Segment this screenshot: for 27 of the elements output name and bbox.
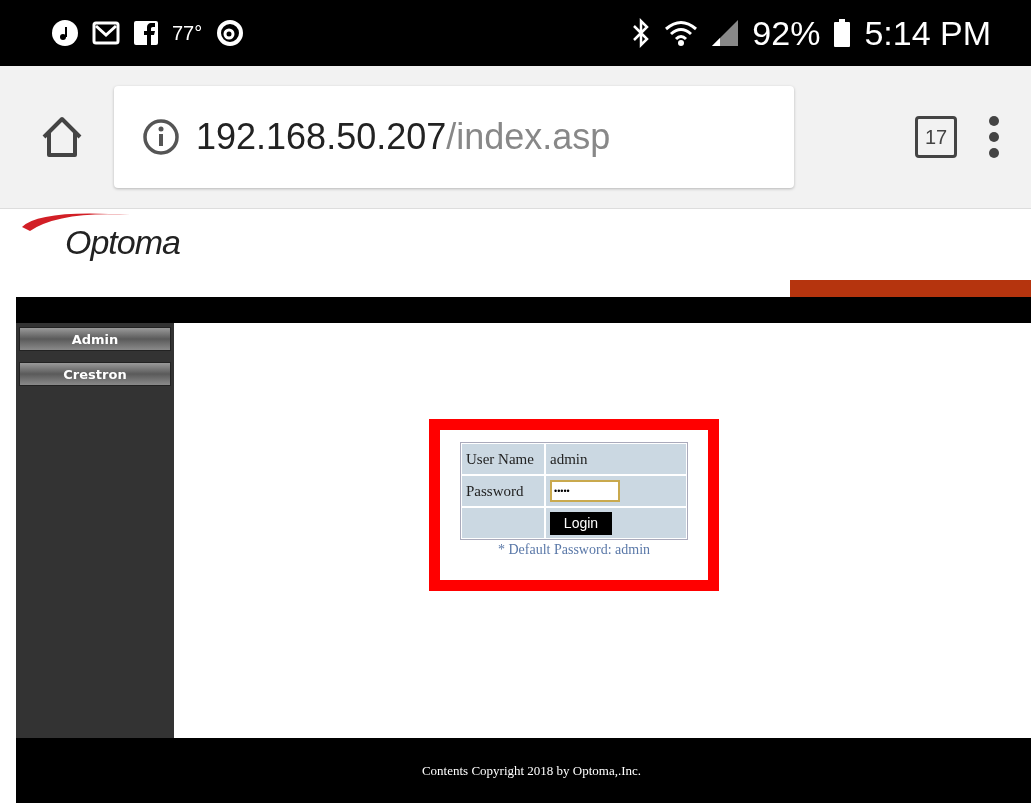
login-button[interactable]: Login xyxy=(550,511,612,535)
menu-icon[interactable] xyxy=(987,115,1001,159)
sidebar-button[interactable]: Crestron xyxy=(19,362,171,386)
music-note-icon xyxy=(52,20,78,46)
default-password-hint: * Default Password: admin xyxy=(498,542,650,558)
clock: 5:14 PM xyxy=(864,13,991,53)
password-field[interactable]: ••••• xyxy=(550,480,620,502)
sidebar-button[interactable]: Admin xyxy=(19,327,171,351)
table-cell: Password xyxy=(462,476,544,506)
table-cell: admin xyxy=(546,444,686,474)
table-cell: User Name xyxy=(462,444,544,474)
signal-icon xyxy=(712,20,739,46)
battery-icon xyxy=(834,19,851,47)
wifi-icon xyxy=(664,19,699,47)
copyright-text: Contents Copyright 2018 by Optoma,.Inc. xyxy=(421,762,642,779)
home-icon[interactable] xyxy=(40,115,84,159)
f-logo-icon xyxy=(134,21,158,45)
logo: Optoma xyxy=(0,209,210,289)
temperature: 77° xyxy=(172,21,203,45)
address-bar[interactable]: 192.168.50.207/index.asp xyxy=(114,86,794,188)
url-text: 192.168.50.207/index.asp xyxy=(196,116,611,158)
mail-icon xyxy=(92,21,120,45)
bluetooth-icon xyxy=(632,18,651,48)
info-icon[interactable] xyxy=(142,118,180,156)
tab-count-button[interactable]: 17 xyxy=(915,116,957,158)
ring-icon xyxy=(216,19,245,47)
battery-percent: 92% xyxy=(752,13,821,53)
